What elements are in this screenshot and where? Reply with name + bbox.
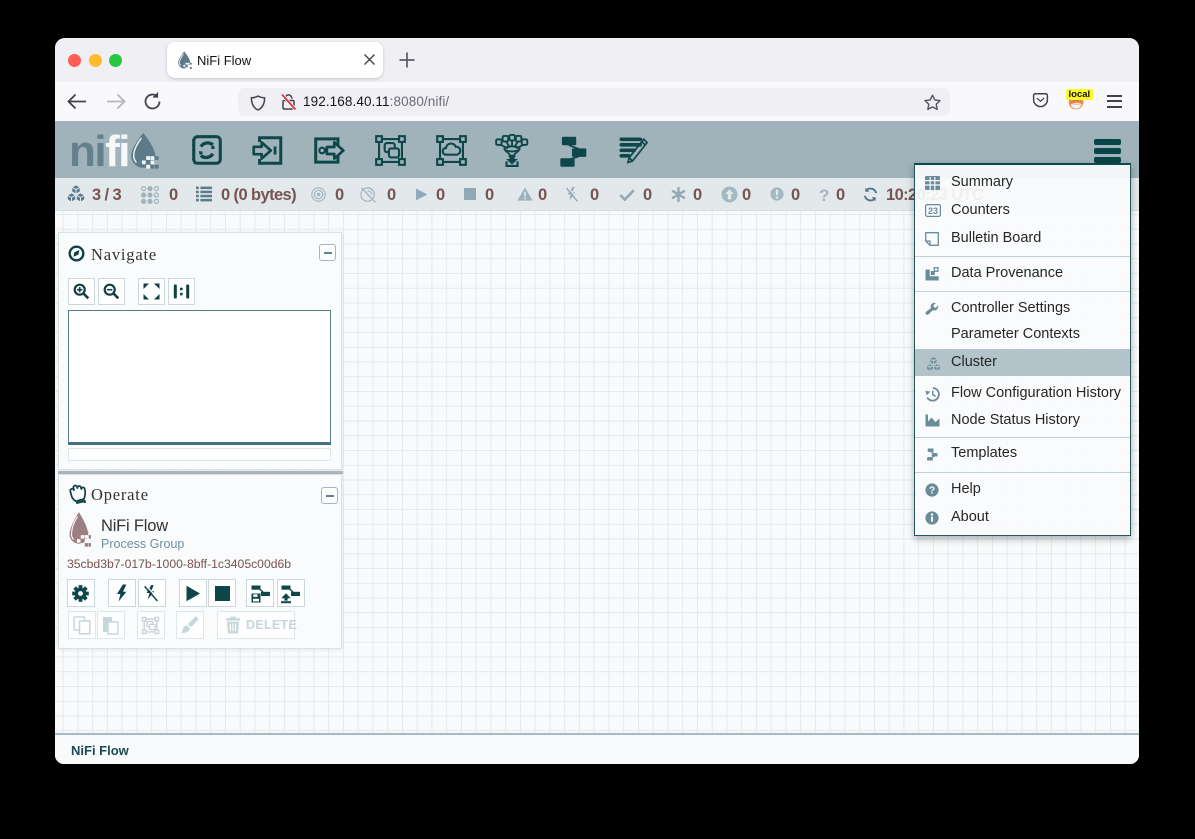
svg-text:23: 23 bbox=[928, 205, 938, 215]
svg-text:?: ? bbox=[929, 485, 935, 496]
